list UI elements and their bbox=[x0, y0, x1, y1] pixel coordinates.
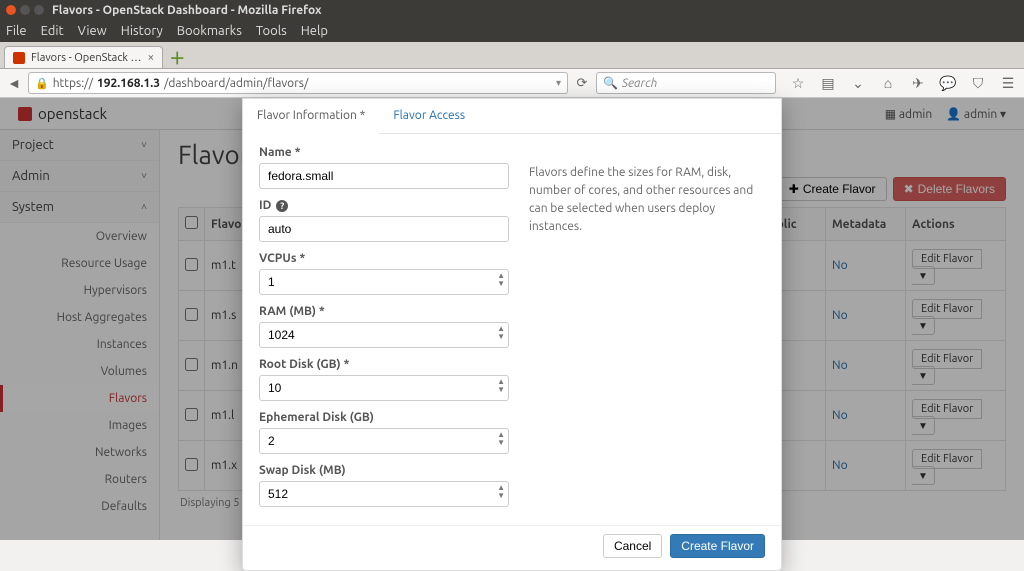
url-scheme: https:// bbox=[53, 77, 93, 90]
bookmark-star-icon[interactable]: ☆ bbox=[788, 73, 808, 93]
send-icon[interactable]: ✈ bbox=[908, 73, 928, 93]
root-disk-input[interactable] bbox=[259, 375, 509, 401]
shield-icon[interactable]: ⛉ bbox=[968, 73, 988, 93]
spinner-icon[interactable]: ▲▼ bbox=[497, 484, 505, 500]
window-minimize-icon[interactable] bbox=[20, 5, 30, 15]
help-icon[interactable]: ? bbox=[276, 200, 288, 212]
pocket-icon[interactable]: ⌄ bbox=[848, 73, 868, 93]
chat-icon[interactable]: 💬 bbox=[938, 73, 958, 93]
navigation-toolbar: ◄ 🔒 https:// 192.168.1.3/dashboard/admin/… bbox=[0, 68, 1024, 98]
firefox-menubar: File Edit View History Bookmarks Tools H… bbox=[0, 20, 1024, 42]
search-placeholder: Search bbox=[622, 77, 657, 90]
label-id: ID ? bbox=[259, 199, 509, 212]
spinner-icon[interactable]: ▲▼ bbox=[497, 272, 505, 288]
cancel-button[interactable]: Cancel bbox=[603, 534, 662, 558]
tab-flavor-information[interactable]: Flavor Information * bbox=[243, 99, 379, 134]
search-bar[interactable]: 🔍 Search bbox=[596, 72, 776, 94]
tab-label: Flavors - OpenStack … bbox=[31, 52, 141, 64]
spinner-icon[interactable]: ▲▼ bbox=[497, 431, 505, 447]
back-button[interactable]: ◄ bbox=[6, 73, 22, 93]
label-ram: RAM (MB) bbox=[259, 305, 509, 318]
label-swap-disk: Swap Disk (MB) bbox=[259, 464, 509, 477]
modal-description: Flavors define the sizes for RAM, disk, … bbox=[529, 146, 765, 517]
spinner-icon[interactable]: ▲▼ bbox=[497, 378, 505, 394]
reload-button[interactable]: ⟳ bbox=[574, 76, 590, 91]
url-bar[interactable]: 🔒 https:// 192.168.1.3/dashboard/admin/fl… bbox=[28, 72, 568, 94]
new-tab-button[interactable]: ＋ bbox=[167, 50, 187, 68]
name-input[interactable] bbox=[259, 163, 509, 189]
window-title: Flavors - OpenStack Dashboard - Mozilla … bbox=[52, 4, 322, 17]
label-root-disk: Root Disk (GB) bbox=[259, 358, 509, 371]
menu-help[interactable]: Help bbox=[301, 24, 328, 38]
id-input[interactable] bbox=[259, 216, 509, 242]
hamburger-icon[interactable]: ☰ bbox=[998, 73, 1018, 93]
create-flavor-modal: Flavor Information * Flavor Access Name … bbox=[242, 98, 782, 571]
create-flavor-submit-button[interactable]: Create Flavor bbox=[670, 534, 765, 558]
dashboard-app: openstack ▦ admin 👤 admin ▾ Project˅ Adm… bbox=[0, 98, 1024, 540]
ram-input[interactable] bbox=[259, 322, 509, 348]
browser-tab[interactable]: Flavors - OpenStack … × bbox=[4, 46, 163, 68]
menu-tools[interactable]: Tools bbox=[256, 24, 287, 38]
lock-icon: 🔒 bbox=[35, 77, 49, 90]
window-maximize-icon[interactable] bbox=[34, 5, 44, 15]
window-buttons bbox=[6, 5, 44, 15]
vcpus-input[interactable] bbox=[259, 269, 509, 295]
label-ephemeral-disk: Ephemeral Disk (GB) bbox=[259, 411, 509, 424]
ephemeral-disk-input[interactable] bbox=[259, 428, 509, 454]
spinner-icon[interactable]: ▲▼ bbox=[497, 325, 505, 341]
swap-disk-input[interactable] bbox=[259, 481, 509, 507]
menu-edit[interactable]: Edit bbox=[41, 24, 64, 38]
search-icon: 🔍 bbox=[603, 76, 618, 90]
favicon-icon bbox=[13, 52, 25, 64]
url-host: 192.168.1.3 bbox=[97, 77, 160, 90]
tab-strip: Flavors - OpenStack … × ＋ bbox=[0, 42, 1024, 68]
url-path: /dashboard/admin/flavors/ bbox=[164, 77, 308, 90]
window-close-icon[interactable] bbox=[6, 5, 16, 15]
label-name: Name bbox=[259, 146, 509, 159]
library-icon[interactable]: ▤ bbox=[818, 73, 838, 93]
window-titlebar: Flavors - OpenStack Dashboard - Mozilla … bbox=[0, 0, 1024, 20]
label-vcpus: VCPUs bbox=[259, 252, 509, 265]
tab-flavor-access[interactable]: Flavor Access bbox=[379, 99, 479, 133]
menu-view[interactable]: View bbox=[78, 24, 107, 38]
menu-file[interactable]: File bbox=[6, 24, 27, 38]
menu-history[interactable]: History bbox=[121, 24, 163, 38]
url-dropdown-icon[interactable]: ▾ bbox=[556, 77, 561, 89]
home-icon[interactable]: ⌂ bbox=[878, 73, 898, 93]
menu-bookmarks[interactable]: Bookmarks bbox=[177, 24, 242, 38]
tab-close-icon[interactable]: × bbox=[147, 51, 154, 64]
